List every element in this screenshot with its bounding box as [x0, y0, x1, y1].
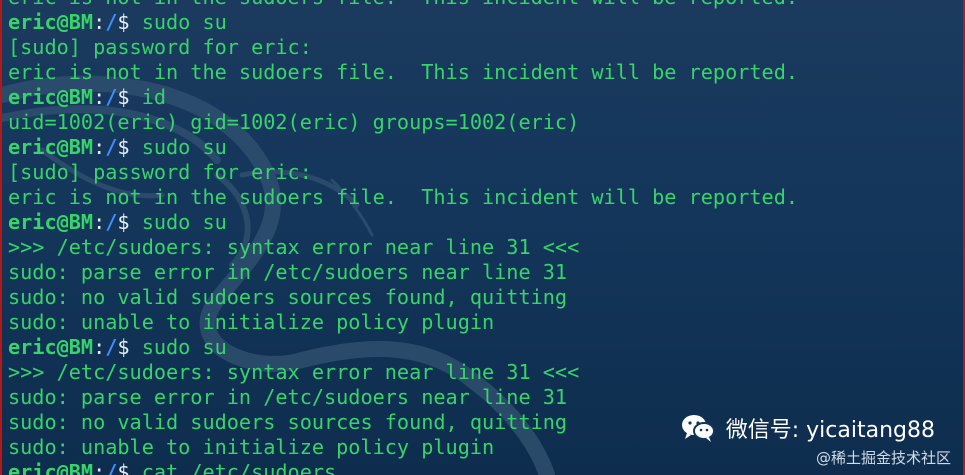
prompt-dollar: $	[117, 335, 142, 359]
prompt-colon: :	[93, 10, 106, 34]
prompt-line: eric@BM:/$ sudo su	[8, 10, 798, 35]
output-text: uid=1002(eric) gid=1002(eric) groups=100…	[8, 110, 580, 134]
footer-watermark: @稀土掘金技术社区	[815, 449, 951, 467]
prompt-dollar: $	[117, 85, 142, 109]
output-text: sudo: parse error in /etc/sudoers near l…	[8, 260, 568, 284]
prompt-dollar: $	[117, 210, 142, 234]
output-text: sudo: unable to initialize policy plugin	[8, 435, 495, 459]
prompt-line: eric@BM:/$ cat /etc/sudoers	[8, 460, 798, 475]
prompt-user-host: eric@BM	[8, 335, 94, 359]
prompt-line: eric@BM:/$ sudo su	[8, 135, 798, 160]
prompt-path: /	[105, 335, 118, 359]
output-line: >>> /etc/sudoers: syntax error near line…	[8, 360, 798, 385]
prompt-colon: :	[93, 335, 106, 359]
wechat-icon	[681, 415, 715, 442]
output-text: sudo: no valid sudoers sources found, qu…	[8, 285, 568, 309]
prompt-line: eric@BM:/$ sudo su	[8, 210, 798, 235]
output-line: [sudo] password for eric:	[8, 35, 798, 60]
output-text: >>> /etc/sudoers: syntax error near line…	[8, 360, 580, 384]
prompt-dollar: $	[117, 135, 142, 159]
output-line: eric is not in the sudoers file. This in…	[8, 60, 798, 85]
prompt-path: /	[105, 10, 118, 34]
output-text: eric is not in the sudoers file. This in…	[8, 0, 798, 9]
output-line: [sudo] password for eric:	[8, 160, 798, 185]
output-line: sudo: no valid sudoers sources found, qu…	[8, 285, 798, 310]
command-text: sudo su	[141, 10, 227, 34]
prompt-path: /	[105, 85, 118, 109]
command-text: sudo su	[141, 335, 227, 359]
prompt-user-host: eric@BM	[8, 85, 94, 109]
command-text: id	[141, 85, 167, 109]
command-text: sudo su	[141, 210, 227, 234]
output-text: eric is not in the sudoers file. This in…	[8, 185, 799, 209]
output-line: eric is not in the sudoers file. This in…	[8, 185, 798, 210]
terminal-window[interactable]: eric is not in the sudoers file. This in…	[0, 0, 965, 475]
output-line: sudo: unable to initialize policy plugin	[8, 310, 798, 335]
output-line: uid=1002(eric) gid=1002(eric) groups=100…	[8, 110, 798, 135]
output-text: sudo: no valid sudoers sources found, qu…	[8, 410, 568, 434]
prompt-colon: :	[93, 460, 106, 475]
prompt-line: eric@BM:/$ id	[8, 85, 798, 110]
prompt-path: /	[105, 460, 118, 475]
wechat-watermark: 微信号: yicaitang88	[680, 412, 935, 444]
output-text: eric is not in the sudoers file. This in…	[8, 60, 799, 84]
prompt-dollar: $	[117, 460, 142, 475]
prompt-user-host: eric@BM	[8, 210, 94, 234]
output-text: [sudo] password for eric:	[8, 35, 312, 59]
prompt-path: /	[105, 135, 118, 159]
command-text: sudo su	[141, 135, 227, 159]
output-line: sudo: parse error in /etc/sudoers near l…	[8, 260, 798, 285]
prompt-user-host: eric@BM	[8, 135, 94, 159]
prompt-line: eric@BM:/$ sudo su	[8, 335, 798, 360]
prompt-colon: :	[93, 85, 106, 109]
terminal-output[interactable]: eric is not in the sudoers file. This in…	[8, 0, 798, 475]
output-line: eric is not in the sudoers file. This in…	[8, 0, 798, 10]
output-text: [sudo] password for eric:	[8, 160, 312, 184]
output-line: sudo: parse error in /etc/sudoers near l…	[8, 385, 798, 410]
output-line: >>> /etc/sudoers: syntax error near line…	[8, 235, 798, 260]
wechat-id-text: 微信号: yicaitang88	[725, 418, 935, 443]
output-text: sudo: parse error in /etc/sudoers near l…	[8, 385, 568, 409]
prompt-colon: :	[93, 210, 106, 234]
output-text: >>> /etc/sudoers: syntax error near line…	[8, 235, 580, 259]
prompt-user-host: eric@BM	[8, 460, 94, 475]
output-text: sudo: unable to initialize policy plugin	[8, 310, 495, 334]
prompt-path: /	[105, 210, 118, 234]
prompt-dollar: $	[117, 10, 142, 34]
prompt-user-host: eric@BM	[8, 10, 94, 34]
prompt-colon: :	[93, 135, 106, 159]
command-text: cat /etc/sudoers	[141, 460, 337, 475]
